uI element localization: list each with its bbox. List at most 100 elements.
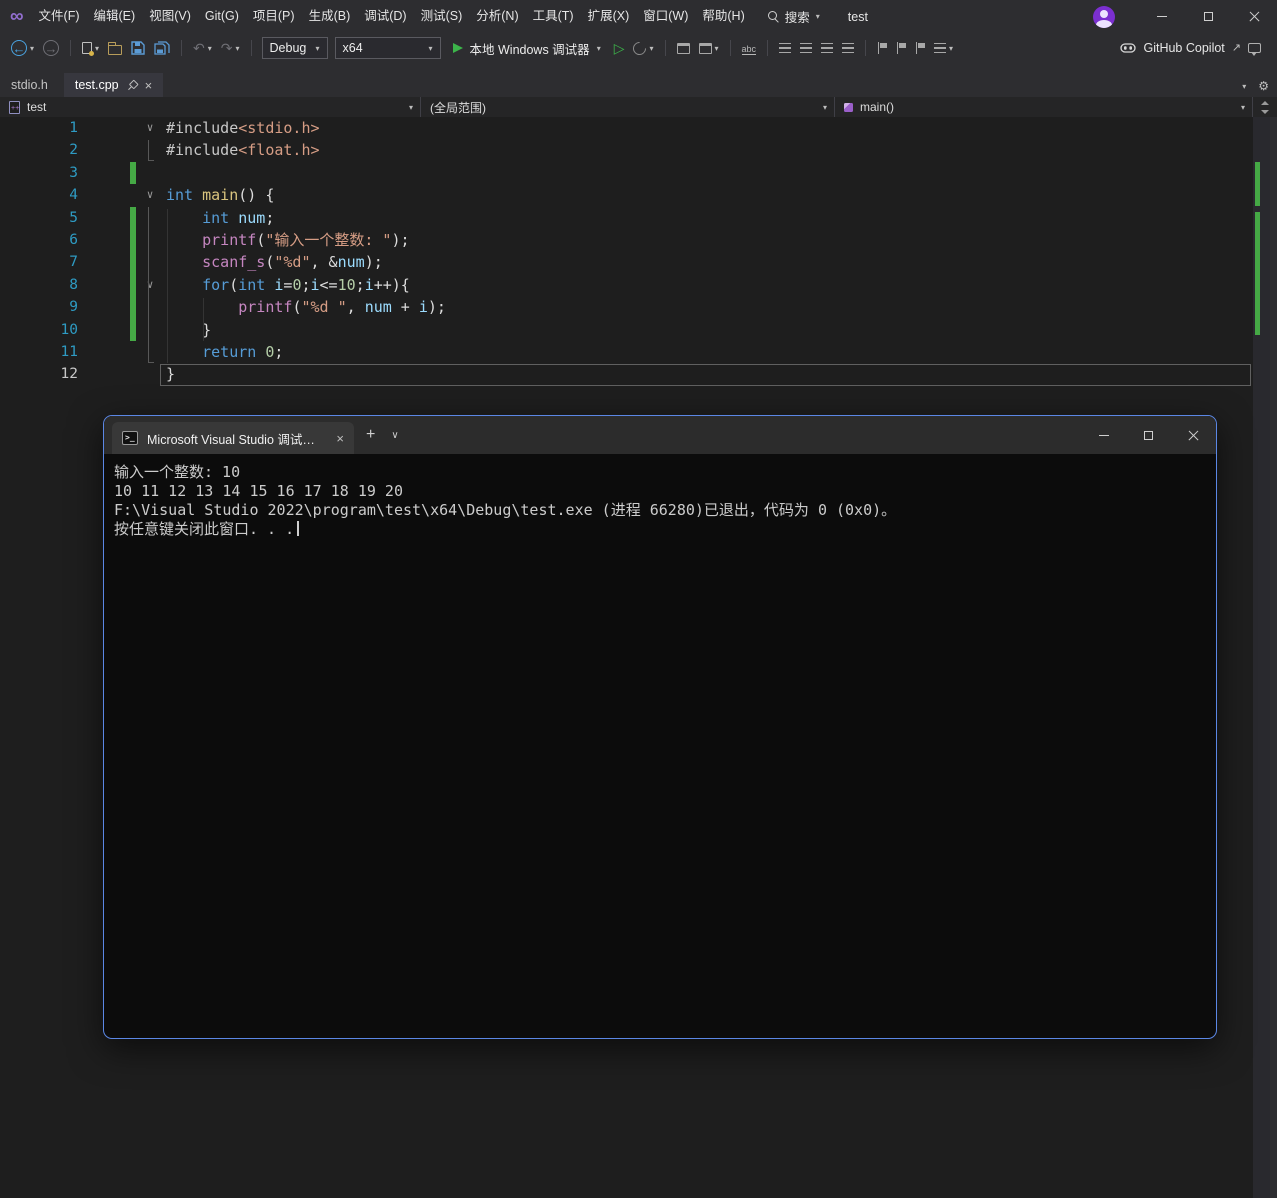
code-line-6[interactable]: 6 printf("输入一个整数: "); xyxy=(0,228,1253,252)
fold-chevron-icon[interactable]: ∨ xyxy=(140,274,160,296)
change-bar xyxy=(130,318,136,341)
pin-icon[interactable] xyxy=(124,78,139,93)
solution-configuration-dropdown[interactable]: Debug ▾ xyxy=(261,37,328,59)
line-number[interactable]: 2 xyxy=(0,139,81,161)
member-dropdown[interactable]: main() ▾ xyxy=(835,97,1253,117)
text-cursor xyxy=(297,521,300,536)
tab-list-dropdown-icon[interactable]: ▾ xyxy=(1242,82,1246,91)
menu-item[interactable]: 编辑(E) xyxy=(87,0,143,33)
redo-button[interactable]: ↷ ▾ xyxy=(218,36,243,60)
save-button[interactable] xyxy=(128,36,148,60)
whole-word-button[interactable] xyxy=(739,36,760,60)
close-console-tab-icon[interactable]: × xyxy=(336,432,344,445)
feedback-icon[interactable] xyxy=(1248,43,1261,56)
code-line-5[interactable]: 5 int num; xyxy=(0,206,1253,229)
properties-window-button[interactable]: ▾ xyxy=(696,36,722,60)
github-copilot-button[interactable]: GitHub Copilot ↗ xyxy=(1120,40,1261,56)
code-line-10[interactable]: 10 } xyxy=(0,318,1253,341)
start-without-debugging-button[interactable]: ▷ xyxy=(611,36,628,60)
line-number[interactable]: 4 xyxy=(0,184,81,206)
new-tab-button[interactable]: + xyxy=(366,426,375,444)
comment-button[interactable] xyxy=(818,36,836,60)
account-avatar[interactable] xyxy=(1093,5,1115,28)
new-file-icon xyxy=(82,42,95,56)
debug-console-window[interactable]: Microsoft Visual Studio 调试… × + ∨ 输入一个整数… xyxy=(103,415,1217,1039)
menu-item[interactable]: 视图(V) xyxy=(142,0,198,33)
tab-label: stdio.h xyxy=(11,78,48,92)
line-number[interactable]: 11 xyxy=(0,341,81,363)
menu-item[interactable]: 文件(F) xyxy=(32,0,87,33)
close-tab-icon[interactable]: × xyxy=(145,79,153,92)
tab-dropdown-icon[interactable]: ∨ xyxy=(391,430,398,441)
external-link-icon[interactable]: ↗ xyxy=(1232,42,1241,54)
console-title-bar[interactable]: Microsoft Visual Studio 调试… × + ∨ xyxy=(104,416,1216,454)
solution-platform-dropdown[interactable]: x64 ▾ xyxy=(334,37,441,59)
line-number[interactable]: 8 xyxy=(0,274,81,296)
code-line-3[interactable]: 3 xyxy=(0,161,1253,185)
line-number[interactable]: 5 xyxy=(0,207,81,229)
save-all-button[interactable] xyxy=(151,36,173,60)
open-file-button[interactable] xyxy=(105,36,125,60)
fold-chevron-icon[interactable]: ∨ xyxy=(140,117,160,139)
menu-item[interactable]: 窗口(W) xyxy=(636,0,695,33)
fold-chevron-icon[interactable]: ∨ xyxy=(140,184,160,206)
line-number[interactable]: 3 xyxy=(0,162,81,184)
maximize-button[interactable] xyxy=(1185,0,1231,33)
menu-item[interactable]: 调试(D) xyxy=(357,0,413,33)
menu-item[interactable]: 扩展(X) xyxy=(581,0,637,33)
start-debugging-button[interactable]: 本地 Windows 调试器 ▾ xyxy=(446,39,608,58)
outdent-button[interactable] xyxy=(797,36,815,60)
menu-item[interactable]: Git(G) xyxy=(198,0,246,33)
visual-studio-logo-icon: ∞ xyxy=(10,6,24,27)
code-line-1[interactable]: 1 ∨ #include<stdio.h> xyxy=(0,117,1253,139)
hot-reload-button[interactable]: ▾ xyxy=(630,36,656,60)
previous-bookmark-button[interactable] xyxy=(893,36,909,60)
document-tab-stdio.h[interactable]: stdio.h xyxy=(0,73,59,97)
editor-scrollbar[interactable] xyxy=(1253,117,1270,1198)
console-minimize-button[interactable] xyxy=(1081,416,1126,454)
menu-item[interactable]: 帮助(H) xyxy=(695,0,751,33)
new-file-button[interactable]: ▾ xyxy=(79,36,102,60)
line-number[interactable]: 10 xyxy=(0,319,81,341)
project-dropdown[interactable]: test ▾ xyxy=(0,97,421,117)
indent-button[interactable] xyxy=(776,36,794,60)
next-bookmark-button[interactable] xyxy=(912,36,928,60)
code-line-12[interactable]: 12} xyxy=(0,363,1253,385)
menu-item[interactable]: 测试(S) xyxy=(414,0,470,33)
split-window-button[interactable] xyxy=(1253,97,1277,117)
gear-icon[interactable]: ⚙ xyxy=(1258,80,1269,92)
close-button[interactable] xyxy=(1231,0,1277,33)
line-number[interactable]: 1 xyxy=(0,117,81,139)
code-line-7[interactable]: 7 scanf_s("%d", &num); xyxy=(0,251,1253,274)
menu-item[interactable]: 生成(B) xyxy=(302,0,358,33)
line-number[interactable]: 7 xyxy=(0,251,81,273)
chevron-down-icon: ▾ xyxy=(815,12,820,21)
tab-strip-options: ▾ ⚙ xyxy=(1242,80,1269,92)
undo-button[interactable]: ↶ ▾ xyxy=(190,36,215,60)
uncomment-button[interactable] xyxy=(839,36,857,60)
code-line-4[interactable]: 4 ∨ int main() { xyxy=(0,184,1253,206)
console-tab[interactable]: Microsoft Visual Studio 调试… × xyxy=(112,422,354,454)
scope-dropdown[interactable]: (全局范围) ▾ xyxy=(421,97,835,117)
navigate-forward-button[interactable]: → xyxy=(40,36,62,60)
line-number[interactable]: 12 xyxy=(0,363,81,385)
code-line-2[interactable]: 2 #include<float.h> xyxy=(0,139,1253,161)
separator xyxy=(865,40,867,56)
code-line-9[interactable]: 9 printf("%d ", num + i); xyxy=(0,296,1253,319)
search-box[interactable]: 搜索 ▾ xyxy=(767,7,820,26)
line-number[interactable]: 6 xyxy=(0,229,81,251)
code-line-11[interactable]: 11 return 0; xyxy=(0,341,1253,363)
code-line-8[interactable]: 8 ∨ for(int i=0;i<=10;i++){ xyxy=(0,273,1253,297)
menu-item[interactable]: 项目(P) xyxy=(246,0,302,33)
console-maximize-button[interactable] xyxy=(1126,416,1171,454)
document-tab-test.cpp[interactable]: test.cpp × xyxy=(63,73,164,97)
solution-explorer-button[interactable] xyxy=(674,36,693,60)
navigate-back-button[interactable]: ← ▾ xyxy=(8,36,37,60)
line-number[interactable]: 9 xyxy=(0,296,81,318)
toggle-bookmark-button[interactable] xyxy=(874,36,890,60)
menu-item[interactable]: 工具(T) xyxy=(526,0,581,33)
minimize-button[interactable] xyxy=(1139,0,1185,33)
menu-item[interactable]: 分析(N) xyxy=(469,0,525,33)
console-close-button[interactable] xyxy=(1171,416,1216,454)
task-list-button[interactable]: ▾ xyxy=(931,36,956,60)
